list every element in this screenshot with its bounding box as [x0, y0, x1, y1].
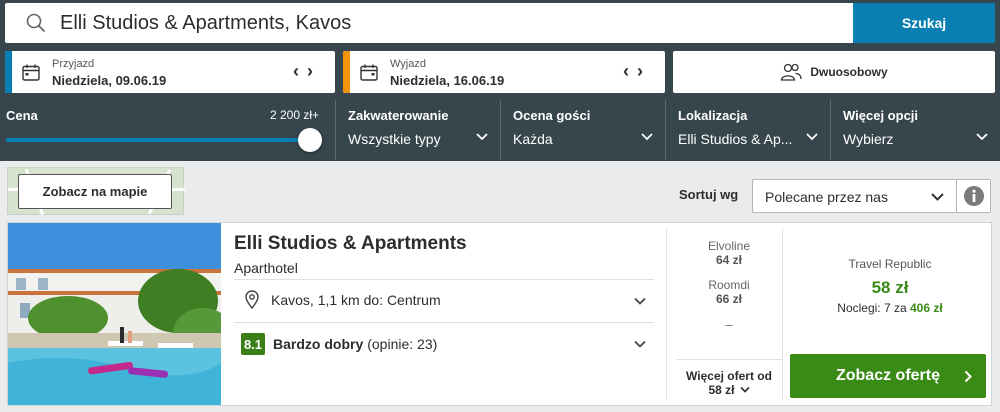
info-icon: [963, 186, 984, 206]
chevron-down-icon[interactable]: [634, 297, 646, 306]
checkin-prev-next-icon[interactable]: ‹›: [293, 61, 321, 82]
guest-rating-filter-value: Każda: [513, 131, 553, 147]
nights-total: 406 zł: [910, 301, 943, 315]
filters-bar: Cena 2 200 zł+ Zakwaterowanie Wszystkie …: [0, 100, 1000, 160]
more-options-filter-value: Wybierz: [843, 131, 894, 147]
search-icon: [26, 13, 45, 32]
view-offer-label: Zobacz ofertę: [835, 367, 940, 384]
guest-rating-filter[interactable]: Ocena gości Każda: [500, 100, 665, 160]
checkout-prev-next-icon[interactable]: ‹›: [623, 61, 651, 82]
room-type-label: Dwuosobowy: [810, 65, 888, 79]
accommodation-filter-title: Zakwaterowanie: [348, 108, 449, 123]
chevron-down-icon: [806, 133, 818, 141]
sort-label: Sortuj wg: [679, 187, 739, 202]
checkout-accent-stripe: [343, 51, 350, 93]
search-button[interactable]: Szukaj: [853, 3, 995, 43]
results-area: Zobacz na mapie Sortuj wg Polecane przez…: [0, 161, 1000, 412]
offer-provider[interactable]: Roomdi: [676, 278, 782, 292]
search-bar[interactable]: Elli Studios & Apartments, Kavos: [5, 3, 854, 43]
checkout-label: Wyjazd: [390, 58, 426, 70]
price-filter[interactable]: Cena 2 200 zł+: [0, 100, 335, 160]
search-input[interactable]: Elli Studios & Apartments, Kavos: [60, 12, 351, 35]
view-offer-button[interactable]: Zobacz ofertę: [790, 354, 986, 398]
more-options-filter[interactable]: Więcej opcji Wybierz: [830, 100, 1000, 160]
checkin-date-picker[interactable]: Przyjazd Niedziela, 09.06.19 ‹›: [5, 51, 335, 93]
checkin-accent-stripe: [5, 51, 12, 93]
divider: [782, 229, 783, 399]
checkout-value: Niedziela, 16.06.19: [390, 73, 505, 88]
sort-select-value: Polecane przez nas: [765, 189, 888, 205]
people-icon: [781, 63, 802, 81]
location-pin-icon: [245, 290, 259, 309]
rating-score-badge: 8.1: [241, 333, 265, 355]
price-filter-max: 2 200 zł+: [270, 108, 320, 122]
location-filter[interactable]: Lokalizacja Elli Studios & Ap...: [665, 100, 830, 160]
chevron-down-icon: [739, 386, 750, 393]
offer-provider[interactable]: Elvoline: [676, 239, 782, 253]
offer-placeholder: –: [725, 317, 733, 332]
rating-text: Bardzo dobry: [273, 336, 364, 352]
show-on-map-button[interactable]: Zobacz na mapie: [18, 174, 172, 209]
best-offer: Travel Republic 58 zł Noclegi: 7 za 406 …: [790, 257, 990, 315]
accommodation-filter-value: Wszystkie typy: [348, 131, 441, 147]
checkout-date-picker[interactable]: Wyjazd Niedziela, 16.06.19 ‹›: [343, 51, 665, 93]
more-offers-price: 58 zł: [708, 383, 735, 397]
hotel-location-row[interactable]: Kavos, 1,1 km do: Centrum: [245, 290, 441, 309]
checkin-value: Niedziela, 09.06.19: [52, 73, 167, 88]
chevron-down-icon: [476, 133, 488, 141]
hotel-type: Aparthotel: [234, 260, 298, 276]
hotel-rating-row[interactable]: 8.1 Bardzo dobry (opinie: 23): [241, 333, 437, 355]
more-options-filter-title: Więcej opcji: [843, 108, 919, 123]
more-offers-label: Więcej ofert od: [686, 369, 772, 383]
hotel-name[interactable]: Elli Studios & Apartments: [234, 233, 467, 255]
offer-price[interactable]: 66 zł: [676, 292, 782, 306]
divider: [666, 229, 667, 399]
best-offer-price: 58 zł: [871, 278, 909, 297]
checkin-label: Przyjazd: [52, 58, 95, 70]
hotel-photo[interactable]: [8, 223, 221, 405]
room-type-selector[interactable]: Dwuosobowy: [673, 51, 995, 93]
map-preview[interactable]: Zobacz na mapie: [7, 167, 185, 216]
divider: [234, 322, 654, 323]
chevron-down-icon: [976, 133, 988, 141]
hotel-location-text: Kavos, 1,1 km do: Centrum: [271, 291, 441, 308]
sort-select[interactable]: Polecane przez nas: [752, 179, 957, 213]
location-filter-title: Lokalizacja: [678, 108, 748, 123]
price-filter-title: Cena: [6, 108, 38, 123]
chevron-down-icon[interactable]: [634, 340, 646, 349]
best-offer-nights: Noclegi: 7 za 406 zł: [790, 301, 990, 315]
calendar-icon: [360, 64, 378, 81]
price-slider-handle[interactable]: [298, 128, 322, 152]
hotel-result-card[interactable]: Elli Studios & Apartments Aparthotel Kav…: [7, 222, 992, 406]
more-offers-link[interactable]: Więcej ofert od 58 zł: [676, 359, 782, 397]
offer-price[interactable]: 64 zł: [676, 253, 782, 267]
calendar-icon: [22, 64, 40, 81]
chevron-down-icon: [641, 133, 653, 141]
sort-info-button[interactable]: [956, 179, 991, 213]
guest-rating-filter-title: Ocena gości: [513, 108, 591, 123]
alternative-offers: Elvoline 64 zł Roomdi 66 zł –: [676, 239, 782, 332]
chevron-right-icon: [964, 370, 972, 383]
chevron-down-icon: [931, 193, 944, 201]
price-slider-track[interactable]: [6, 138, 311, 142]
best-offer-provider: Travel Republic: [848, 257, 932, 271]
divider: [234, 279, 654, 280]
hotel-photo-image: [8, 223, 221, 405]
accommodation-filter[interactable]: Zakwaterowanie Wszystkie typy: [335, 100, 500, 160]
nights-prefix: Noclegi: 7 za: [837, 301, 907, 315]
rating-count: (opinie: 23): [367, 336, 438, 352]
location-filter-value: Elli Studios & Ap...: [678, 131, 793, 147]
